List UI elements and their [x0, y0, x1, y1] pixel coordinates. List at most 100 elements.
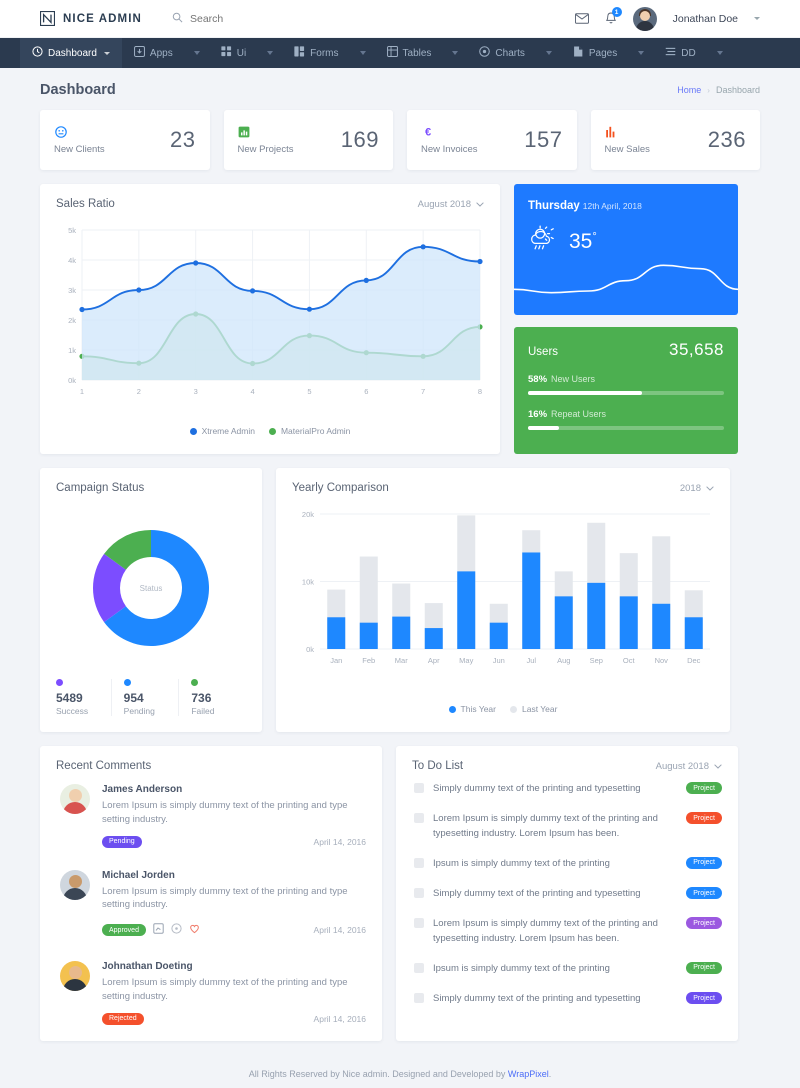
chart-square-icon	[238, 126, 251, 139]
footer-link[interactable]: WrapPixel	[508, 1069, 549, 1079]
todo-checkbox[interactable]	[414, 783, 424, 793]
brand-name: NICE ADMIN	[63, 12, 142, 25]
search-box[interactable]	[172, 10, 575, 28]
nav-item-dd[interactable]: DD	[653, 38, 707, 68]
avatar-head	[68, 966, 82, 980]
progress-label-row: 16% Repeat Users	[528, 409, 724, 420]
menu-lines-icon	[665, 46, 676, 60]
breadcrumb-home[interactable]: Home	[677, 85, 701, 95]
todo-checkbox[interactable]	[414, 857, 424, 868]
todo-period-select[interactable]: August 2018	[656, 761, 722, 772]
status-badge[interactable]: Approved	[102, 924, 146, 937]
nav-item-dashboard[interactable]: Dashboard	[20, 38, 122, 68]
sales-ratio-card: Sales Ratio August 2018 0k 1k 2k 3k 4k 5k 1 2 3 4…	[40, 184, 500, 454]
svg-text:0k: 0k	[68, 376, 76, 385]
stat-card-new-clients[interactable]: New Clients 23	[40, 110, 210, 170]
svg-text:4: 4	[250, 387, 254, 396]
chart-icon[interactable]	[153, 921, 164, 939]
weather-trend-chart	[514, 264, 738, 294]
todo-badge[interactable]: Project	[686, 887, 722, 899]
sales-ratio-period-select[interactable]: August 2018	[418, 199, 484, 210]
nav-item-apps[interactable]: Apps	[122, 38, 185, 68]
heart-icon[interactable]	[189, 921, 200, 939]
sales-ratio-period-value: August 2018	[417, 198, 471, 210]
todo-checkbox[interactable]	[414, 993, 424, 1003]
stat-card-info: New Projects	[238, 126, 293, 155]
todo-badge[interactable]: Project	[686, 856, 722, 869]
mail-icon[interactable]	[574, 13, 589, 24]
clock-icon[interactable]	[171, 921, 182, 939]
nav-item-pages[interactable]: Pages	[561, 38, 629, 68]
username-label[interactable]: Jonathan Doe	[673, 13, 738, 25]
todo-checkbox[interactable]	[414, 918, 424, 929]
legend-item[interactable]: This Year	[448, 704, 496, 714]
legend-item[interactable]: Last Year	[510, 704, 557, 714]
nav-item-tables-caret[interactable]	[443, 38, 467, 68]
nav-item-charts[interactable]: Charts	[467, 38, 536, 68]
comment-body: Michael Jorden Lorem Ipsum is simply dumm…	[102, 870, 366, 940]
nav-item-charts-caret[interactable]	[537, 38, 561, 68]
stat-card-value: 169	[340, 127, 379, 152]
nav-item-forms[interactable]: Forms	[282, 38, 350, 68]
todo-checkbox[interactable]	[414, 962, 424, 973]
svg-text:Aug: Aug	[557, 656, 570, 665]
todo-badge[interactable]: Project	[686, 961, 722, 974]
todo-badge[interactable]: Project	[686, 812, 722, 825]
chevron-down-icon[interactable]	[754, 17, 760, 20]
footer-suffix: .	[548, 1069, 552, 1079]
weather-widget: Thursday 12th April, 2018 35°	[514, 184, 738, 315]
legend-item[interactable]: MaterialPro Admin	[268, 426, 350, 436]
nav-item-label: Charts	[495, 47, 525, 59]
nav-item-pages-caret[interactable]	[629, 38, 653, 68]
chevron-down-icon[interactable]	[103, 51, 110, 55]
svg-text:Jan: Jan	[330, 656, 342, 665]
todo-badge[interactable]: Project	[686, 992, 722, 1004]
stat-card-new-invoices[interactable]: € New Invoices 157	[407, 110, 577, 170]
pie-chart-icon	[479, 46, 491, 60]
todo-badge-wrap: Project	[686, 782, 722, 794]
yearly-year-select[interactable]: 2018	[680, 483, 714, 494]
nav-item-ui-caret[interactable]	[258, 38, 282, 68]
status-badge[interactable]: Pending	[102, 835, 142, 848]
recent-comments-title: Recent Comments	[56, 760, 152, 772]
nav-item-tables[interactable]: Tables	[375, 38, 444, 68]
campaign-donut-wrapper: Status	[56, 508, 246, 668]
content-area: Dashboard Home › Dashboard New Clients 23…	[0, 68, 800, 1079]
legend-item[interactable]: Xtreme Admin	[189, 426, 255, 436]
nav-item-dd-caret[interactable]	[708, 38, 732, 68]
stat-card-new-projects[interactable]: New Projects 169	[223, 110, 393, 170]
status-badge[interactable]: Rejected	[102, 1012, 144, 1025]
stat-card-label: New Sales	[604, 143, 650, 155]
todo-badge[interactable]: Project	[686, 782, 722, 794]
svg-text:4k: 4k	[68, 256, 76, 265]
todo-checkbox[interactable]	[414, 813, 424, 824]
comment-footer: Rejected April 14, 2016	[102, 1012, 366, 1025]
euro-icon: €	[421, 126, 434, 139]
avatar-head	[639, 10, 650, 21]
search-input[interactable]	[190, 12, 370, 25]
brand-logo[interactable]: NICE ADMIN	[0, 0, 160, 38]
todo-items-list: Simply dummy text of the printing and ty…	[412, 772, 722, 1012]
nav-item-forms-caret[interactable]	[351, 38, 375, 68]
nav-item-ui[interactable]: Ui	[209, 38, 258, 68]
stat-card-value: 236	[707, 127, 746, 152]
stat-card-value: 23	[170, 127, 196, 152]
comment-date: April 14, 2016	[313, 1013, 366, 1024]
comment-text: Lorem Ipsum is simply dummy text of the …	[102, 885, 348, 911]
comment-text: Lorem Ipsum is simply dummy text of the …	[102, 977, 348, 1002]
users-widget: Users 35,658 58% New Users 16% Repeat Users	[514, 327, 738, 454]
breadcrumb: Home › Dashboard	[677, 85, 760, 95]
nav-item-apps-caret[interactable]	[185, 38, 209, 68]
breadcrumb-separator-icon: ›	[707, 85, 710, 95]
nav-item-label: Pages	[588, 47, 618, 59]
weather-temperature: 35°	[569, 230, 597, 254]
todo-badge[interactable]: Project	[686, 917, 722, 930]
bell-icon[interactable]: 1	[605, 7, 622, 25]
progress-row: 16% Repeat Users	[528, 409, 724, 430]
todo-checkbox[interactable]	[414, 888, 424, 898]
breadcrumb-current: Dashboard	[715, 85, 760, 95]
avatar[interactable]	[632, 6, 657, 31]
nav-item-label: Apps	[149, 47, 173, 59]
stat-card-new-sales[interactable]: New Sales 236	[590, 110, 760, 170]
svg-text:Dec: Dec	[687, 656, 701, 665]
